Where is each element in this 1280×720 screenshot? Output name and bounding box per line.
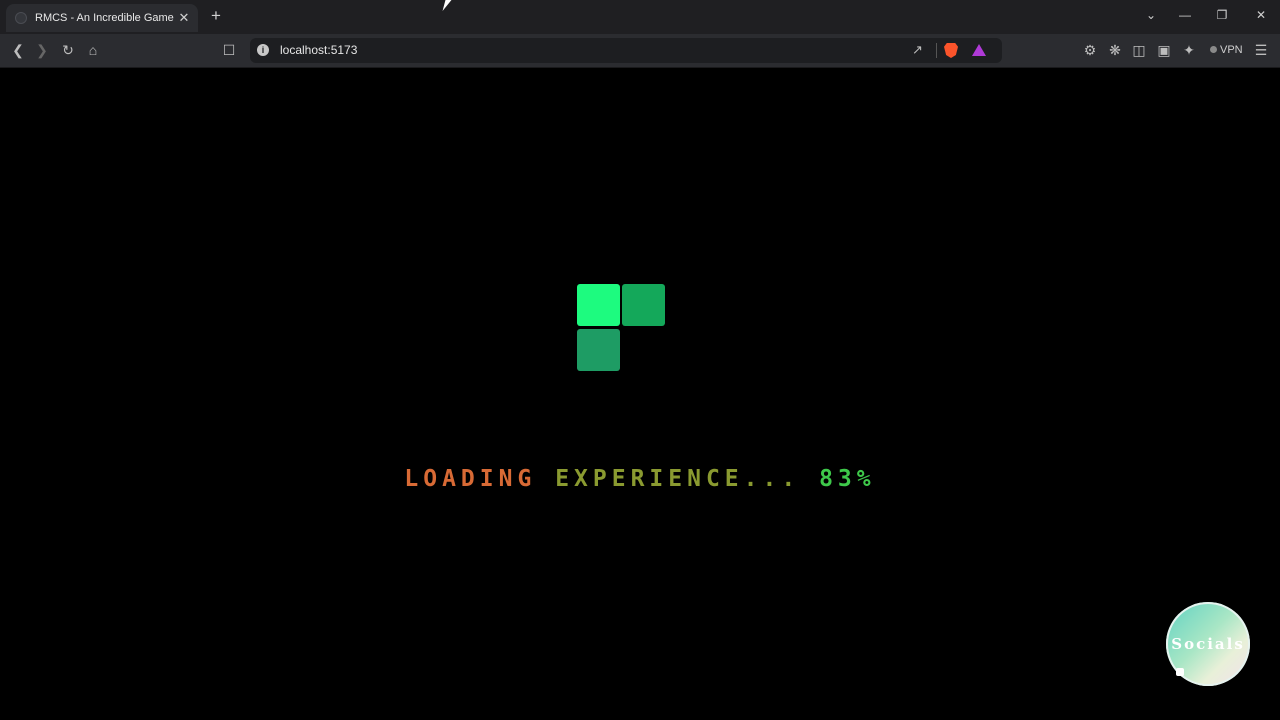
address-bar[interactable]: i localhost:5173 ↗ (250, 38, 1002, 63)
browser-tab[interactable]: RMCS - An Incredible Game ✕ (6, 4, 198, 32)
share-icon[interactable]: ↗ (912, 42, 923, 58)
bookmark-icon[interactable]: ☐ (220, 41, 238, 59)
site-favicon-icon (15, 12, 27, 24)
tab-search-chevron-icon[interactable]: ⌄ (1141, 8, 1161, 22)
loader-block-3 (577, 329, 620, 371)
ai-assistant-icon[interactable]: ✦ (1180, 41, 1198, 59)
socials-label: Socials (1171, 635, 1245, 653)
game-page: LOADING EXPERIENCE... 83% Socials (0, 68, 1280, 720)
brave-rewards-icon[interactable] (972, 44, 986, 56)
experience-word: EXPERIENCE... (555, 466, 801, 492)
loader-block-1 (577, 284, 620, 326)
loading-text: LOADING EXPERIENCE... 83% (0, 466, 1280, 492)
new-tab-button[interactable]: + (206, 6, 226, 26)
window-close-icon[interactable]: ✕ (1251, 8, 1271, 22)
url-text[interactable]: localhost:5173 (280, 43, 357, 57)
tab-title: RMCS - An Incredible Game (35, 12, 174, 24)
home-icon[interactable]: ⌂ (84, 41, 102, 59)
brave-shields-icon[interactable] (944, 43, 958, 58)
wallet-icon[interactable]: ▣ (1155, 41, 1173, 59)
forward-icon[interactable]: ❯ (33, 41, 51, 59)
browser-toolbar: ❮ ❯ ↻ ⌂ ☐ i localhost:5173 ↗ ⚙ ❋ ◫ ▣ ✦ V… (0, 34, 1280, 68)
menu-icon[interactable]: ☰ (1252, 41, 1270, 59)
vpn-button[interactable]: VPN (1210, 44, 1243, 56)
restore-icon[interactable]: ❐ (1212, 8, 1232, 22)
socials-badge-icon (1176, 668, 1184, 676)
extensions-icon[interactable]: ⚙ (1081, 41, 1099, 59)
vpn-status-icon (1210, 46, 1217, 53)
leo-icon[interactable]: ❋ (1106, 41, 1124, 59)
divider (936, 43, 937, 58)
minimize-icon[interactable]: — (1175, 8, 1195, 22)
site-info-icon[interactable]: i (257, 44, 269, 56)
loading-percent: 83% (819, 466, 876, 492)
tab-strip: RMCS - An Incredible Game ✕ + ⌄ — ❐ ✕ (0, 0, 1280, 34)
back-icon[interactable]: ❮ (9, 41, 27, 59)
reload-icon[interactable]: ↻ (59, 41, 77, 59)
socials-button[interactable]: Socials (1166, 602, 1250, 686)
loading-word: LOADING (404, 466, 537, 492)
sidebar-icon[interactable]: ◫ (1130, 41, 1148, 59)
tab-close-icon[interactable]: ✕ (174, 10, 194, 26)
vpn-label: VPN (1220, 44, 1243, 56)
loader-block-2 (622, 284, 665, 326)
